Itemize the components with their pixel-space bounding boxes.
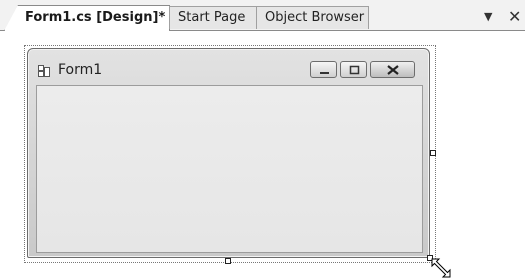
document-tab-strip: Form1.cs [Design]* Start Page Object Bro…: [0, 0, 525, 31]
close-icon: [387, 65, 399, 75]
minimize-icon: [320, 72, 329, 74]
form-client-area[interactable]: [36, 85, 423, 253]
maximize-icon: [349, 65, 360, 75]
tab-object-browser[interactable]: Object Browser: [256, 6, 369, 29]
form1-window[interactable]: Form1: [27, 48, 430, 258]
resize-handle-right[interactable]: [430, 150, 436, 156]
resize-handle-bottom[interactable]: [225, 258, 231, 264]
tab-start-page[interactable]: Start Page: [169, 6, 258, 29]
minimize-button[interactable]: [310, 61, 337, 78]
form-title-bar[interactable]: Form1: [28, 49, 429, 83]
tab-list-dropdown-icon[interactable]: ▼: [484, 6, 492, 28]
close-button[interactable]: [370, 61, 415, 78]
tab-form1-design[interactable]: Form1.cs [Design]*: [4, 5, 170, 31]
form-icon: [38, 65, 50, 77]
design-surface[interactable]: Form1: [0, 31, 525, 278]
form-title: Form1: [58, 62, 103, 78]
close-document-icon[interactable]: ✕: [508, 6, 521, 28]
resize-diagonal-cursor: [431, 258, 451, 278]
maximize-button[interactable]: [340, 61, 367, 78]
